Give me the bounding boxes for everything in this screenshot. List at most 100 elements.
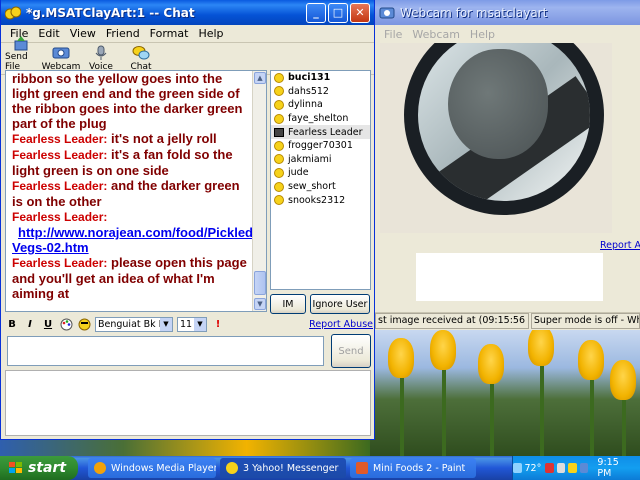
alert-icon[interactable]: ! — [211, 317, 225, 331]
webcam-icon — [52, 47, 70, 59]
webcam-menu-webcam[interactable]: Webcam — [407, 28, 465, 41]
webcam-menu-help[interactable]: Help — [465, 28, 500, 41]
start-button[interactable]: start — [0, 456, 78, 480]
menu-view[interactable]: View — [65, 27, 101, 40]
clock: 9:15 PM — [597, 457, 619, 479]
tulip-wallpaper — [370, 330, 640, 456]
smiley-icon — [274, 140, 284, 151]
im-button[interactable]: IM — [270, 294, 306, 314]
user-list-item[interactable]: faye_shelton — [271, 112, 370, 126]
message-text: ribbon so the yellow goes into the light… — [12, 71, 243, 131]
message-sender: Fearless Leader: — [12, 132, 108, 146]
chat-menubar: File Edit View Friend Format Help — [1, 25, 374, 43]
wallpaper-strip — [0, 440, 370, 456]
webcam-report-abuse-link[interactable]: Report Abu — [600, 240, 640, 251]
user-list-item[interactable]: buci131 — [271, 71, 370, 85]
user-list-item[interactable]: Fearless Leader — [271, 125, 370, 139]
user-list-item[interactable]: dahs512 — [271, 85, 370, 99]
message: Fearless Leader: it's not a jelly roll — [12, 131, 252, 147]
message-sender: Fearless Leader: — [12, 148, 108, 162]
underline-button[interactable]: U — [41, 317, 55, 331]
webcam-titlebar[interactable]: Webcam for msatclayart — [375, 0, 640, 25]
chat-bubbles-icon — [132, 46, 150, 60]
smiley-icon — [274, 154, 284, 165]
webcam-button[interactable]: Webcam — [42, 45, 80, 72]
chat-lower-pane — [5, 370, 371, 436]
messenger-tray-icon[interactable] — [568, 463, 577, 473]
message-text: it's not a jelly roll — [107, 131, 217, 146]
menu-format[interactable]: Format — [145, 27, 194, 40]
smiley-icon — [274, 195, 284, 206]
room-user-list[interactable]: buci131 dahs512 dylinna faye_shelton Fea… — [270, 70, 371, 290]
chat-window[interactable]: *g.MSATClayArt:1 -- Chat _ □ ✕ File Edit… — [0, 0, 375, 440]
scroll-down-arrow-icon[interactable]: ▼ — [254, 298, 266, 310]
webcam-info-panel — [416, 253, 603, 301]
menu-friend[interactable]: Friend — [101, 27, 145, 40]
smiley-icon — [274, 99, 284, 110]
transcript-scrollbar[interactable]: ▲ ▼ — [252, 71, 266, 311]
chat-window-title: *g.MSATClayArt:1 -- Chat — [26, 5, 195, 20]
taskbar-item-windows-media-player[interactable]: Windows Media Player — [88, 458, 216, 478]
webcam-image — [380, 43, 612, 233]
message: Fearless Leader: http://www.norajean.com/… — [12, 209, 257, 255]
menu-help[interactable]: Help — [193, 27, 228, 40]
bold-button[interactable]: B — [5, 317, 19, 331]
smiley-icon — [274, 167, 284, 178]
chat-transcript[interactable]: ribbon so the yellow goes into the light… — [5, 70, 267, 312]
emoticon-icon[interactable] — [77, 317, 91, 331]
taskbar-item-paint[interactable]: Mini Foods 2 - Paint — [350, 458, 476, 478]
message: Fearless Leader: please open this page a… — [12, 255, 252, 301]
user-list-item[interactable]: snooks2312 — [271, 193, 370, 207]
user-actions: IM Ignore User — [270, 294, 372, 314]
ignore-user-button[interactable]: Ignore User — [310, 294, 370, 314]
message-sender: Fearless Leader: — [12, 179, 108, 193]
taskbar-item-yahoo-messenger[interactable]: 3 Yahoo! Messenger — [220, 458, 346, 478]
chevron-down-icon: ▼ — [194, 317, 206, 331]
menu-edit[interactable]: Edit — [33, 27, 64, 40]
chevron-down-icon: ▼ — [160, 317, 172, 331]
minimize-button[interactable]: _ — [306, 2, 326, 23]
last-image-status: st image received at (09:15:56 PM) — [375, 313, 529, 329]
close-button[interactable]: ✕ — [350, 2, 370, 23]
message: Fearless Leader: and the darker green is… — [12, 178, 252, 209]
palette-icon[interactable] — [59, 317, 73, 331]
network-icon[interactable] — [556, 463, 566, 473]
send-button[interactable]: Send — [331, 334, 371, 368]
webcam-menubar: File Webcam Help — [375, 25, 640, 43]
chat-titlebar[interactable]: *g.MSATClayArt:1 -- Chat _ □ ✕ — [1, 0, 374, 25]
microphone-icon — [95, 45, 107, 60]
smiley-icon — [274, 72, 284, 83]
yahoo-messenger-icon — [226, 462, 238, 474]
weather-icon[interactable] — [512, 463, 522, 473]
voice-button[interactable]: Voice — [85, 45, 117, 72]
user-list-item[interactable]: jakmiami — [271, 153, 370, 167]
scroll-thumb[interactable] — [254, 271, 266, 295]
yahoo-messenger-icon — [5, 6, 21, 19]
webcam-badge-icon — [274, 127, 284, 137]
send-file-button[interactable]: Send File — [5, 35, 37, 72]
report-abuse-link[interactable]: Report Abuse — [309, 319, 373, 330]
antivirus-icon[interactable] — [545, 463, 554, 473]
system-tray: 72° 9:15 PM — [512, 456, 640, 480]
message-link[interactable]: http://www.norajean.com/food/Pickled-Veg… — [12, 225, 257, 255]
scroll-up-arrow-icon[interactable]: ▲ — [254, 72, 266, 84]
message-sender: Fearless Leader: — [12, 210, 108, 224]
font-name-select[interactable]: Benguiat Bk BT ▼ — [95, 316, 173, 332]
tray-temperature: 72° — [524, 462, 542, 474]
webcam-window[interactable]: Webcam for msatclayart File Webcam Help … — [375, 0, 640, 330]
super-mode-status: Super mode is off - What's th — [530, 313, 640, 329]
windows-flag-icon — [9, 462, 22, 473]
user-list-item[interactable]: dylinna — [271, 98, 370, 112]
maximize-button[interactable]: □ — [328, 2, 348, 23]
font-size-select[interactable]: 11 ▼ — [177, 316, 207, 332]
message: ribbon so the yellow goes into the light… — [12, 71, 252, 131]
webcam-menu-file[interactable]: File — [379, 28, 407, 41]
message-input[interactable] — [7, 336, 324, 366]
chat-button[interactable]: Chat — [125, 45, 157, 72]
italic-button[interactable]: I — [23, 317, 37, 331]
user-list-item[interactable]: sew_short — [271, 180, 370, 194]
smiley-icon — [274, 86, 284, 97]
user-list-item[interactable]: jude — [271, 166, 370, 180]
volume-icon[interactable] — [579, 463, 589, 473]
user-list-item[interactable]: frogger70301 — [271, 139, 370, 153]
